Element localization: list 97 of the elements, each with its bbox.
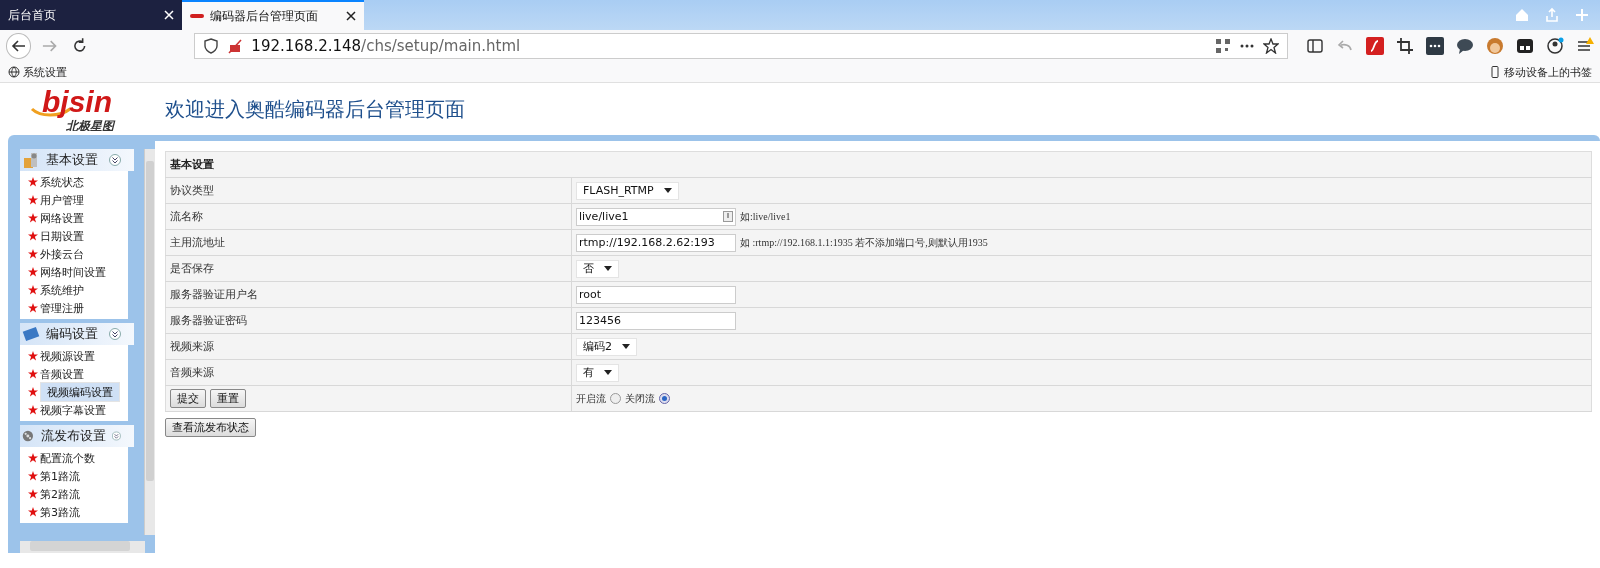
expand-icon [112, 430, 121, 442]
dots-icon[interactable] [1426, 37, 1444, 55]
star-icon [28, 177, 38, 187]
star-icon [28, 213, 38, 223]
address-bar[interactable]: 192.168.2.148/chs/setup/main.html [194, 33, 1288, 59]
field-label: 流名称 [170, 210, 203, 223]
account-icon[interactable] [1546, 37, 1564, 55]
horizontal-scrollbar[interactable] [20, 541, 145, 553]
container-icon[interactable] [1516, 37, 1534, 55]
form-button[interactable]: 提交 [170, 389, 206, 408]
form-button[interactable]: 重置 [210, 389, 246, 408]
text-field[interactable]: root [576, 285, 736, 304]
field-label: 音频来源 [170, 366, 214, 379]
star-icon [28, 387, 38, 397]
text-field[interactable]: 123456 [576, 311, 736, 330]
url-path: /chs/setup/main.html [361, 37, 521, 55]
page-title: 欢迎进入奥酷编码器后台管理页面 [165, 95, 465, 123]
star-icon [28, 453, 38, 463]
star-icon [28, 267, 38, 277]
radio-button[interactable] [610, 393, 621, 404]
menu-item[interactable]: 第3路流 [40, 504, 80, 520]
logo: bjsin 北极星图 [30, 87, 135, 131]
expand-icon [109, 328, 121, 340]
text-field[interactable]: rtmp://192.168.2.62:193 [576, 233, 736, 252]
star-icon [28, 303, 38, 313]
star-icon [28, 231, 38, 241]
menu-item[interactable]: 视频字幕设置 [40, 402, 106, 418]
back-arrow-icon [10, 38, 27, 54]
hint-text: 如:live/live1 [740, 209, 791, 224]
logo-icon [190, 12, 204, 20]
dropdown[interactable]: FLASH_RTMP [576, 181, 679, 200]
sidebar-icon[interactable] [1306, 37, 1324, 55]
insecure-lock-icon [227, 38, 244, 54]
table-title: 基本设置 [170, 158, 214, 171]
close-icon[interactable] [346, 11, 356, 21]
caret-icon [663, 188, 672, 193]
caret-icon [604, 266, 612, 271]
field-label: 协议类型 [170, 184, 214, 197]
field-label: 服务器验证密码 [170, 314, 247, 327]
dropdown[interactable]: 编码2 [576, 337, 637, 356]
menu-item[interactable]: 网络时间设置 [40, 264, 106, 280]
menu-item[interactable]: 系统状态 [40, 174, 84, 190]
star-icon [28, 195, 38, 205]
qr-code-icon[interactable] [1215, 38, 1231, 54]
menu-item[interactable]: 管理注册 [40, 300, 84, 316]
menu-item[interactable]: 用户管理 [40, 192, 84, 208]
star-icon [28, 489, 38, 499]
shield-icon [203, 38, 220, 54]
field-label: 服务器验证用户名 [170, 288, 258, 301]
scrollbar[interactable] [144, 149, 155, 535]
caret-icon [622, 344, 630, 349]
bookmark-folder[interactable]: 移动设备上的书签 [1504, 64, 1592, 80]
chat-icon[interactable] [1456, 37, 1474, 55]
browser-tab[interactable]: 后台首页 [0, 0, 182, 30]
star-icon [28, 249, 38, 259]
menu-item[interactable]: 日期设置 [40, 228, 84, 244]
key-icon [723, 211, 733, 222]
dropdown[interactable]: 否 [576, 259, 619, 278]
dropdown[interactable]: 有 [576, 363, 619, 382]
menu-item[interactable]: 配置流个数 [40, 450, 95, 466]
url-host: 192.168.2.148 [251, 37, 362, 55]
menu-item[interactable]: 音频设置 [40, 366, 84, 382]
star-icon [28, 285, 38, 295]
star-outline-icon[interactable] [1263, 38, 1279, 54]
menu-item[interactable]: 系统维护 [40, 282, 84, 298]
menu-group-header[interactable]: 编码设置 [20, 323, 135, 345]
menu-item[interactable]: 视频编码设置 [40, 382, 120, 402]
radio-button[interactable] [659, 393, 670, 404]
browser-tab[interactable]: 编码器后台管理页面 [182, 0, 364, 30]
menu-group-header[interactable]: 基本设置 [20, 149, 135, 171]
expand-icon [109, 154, 121, 166]
status-button[interactable]: 查看流发布状态 [165, 418, 256, 437]
hint-text: 如 :rtmp://192.168.1.1:1935 若不添加端口号,则默认用1935 [740, 235, 988, 250]
caret-icon [604, 370, 612, 375]
menu-item[interactable]: 外接云台 [40, 246, 84, 262]
phone-icon [1489, 66, 1501, 78]
menu-item[interactable]: 视频源设置 [40, 348, 95, 364]
menu-group-header[interactable]: 流发布设置 [20, 425, 135, 447]
field-label: 视频来源 [170, 340, 214, 353]
text-field[interactable]: live/live1 [576, 207, 736, 226]
bookmark-link[interactable]: 系统设置 [23, 64, 67, 80]
menu-item[interactable]: 网络设置 [40, 210, 84, 226]
radio-label: 开启流 [576, 391, 606, 406]
field-label: 主用流地址 [170, 236, 225, 249]
menu-item[interactable]: 第1路流 [40, 468, 80, 484]
radio-label: 关闭流 [625, 391, 655, 406]
star-icon [28, 405, 38, 415]
star-icon [28, 369, 38, 379]
star-icon [28, 471, 38, 481]
star-icon [28, 351, 38, 361]
field-label: 是否保存 [170, 262, 214, 275]
back-button[interactable] [6, 33, 32, 59]
star-icon [28, 507, 38, 517]
flash-icon[interactable] [1366, 37, 1384, 55]
globe-icon [8, 66, 20, 78]
menu-item[interactable]: 第2路流 [40, 486, 80, 502]
crop-icon[interactable] [1396, 37, 1414, 55]
